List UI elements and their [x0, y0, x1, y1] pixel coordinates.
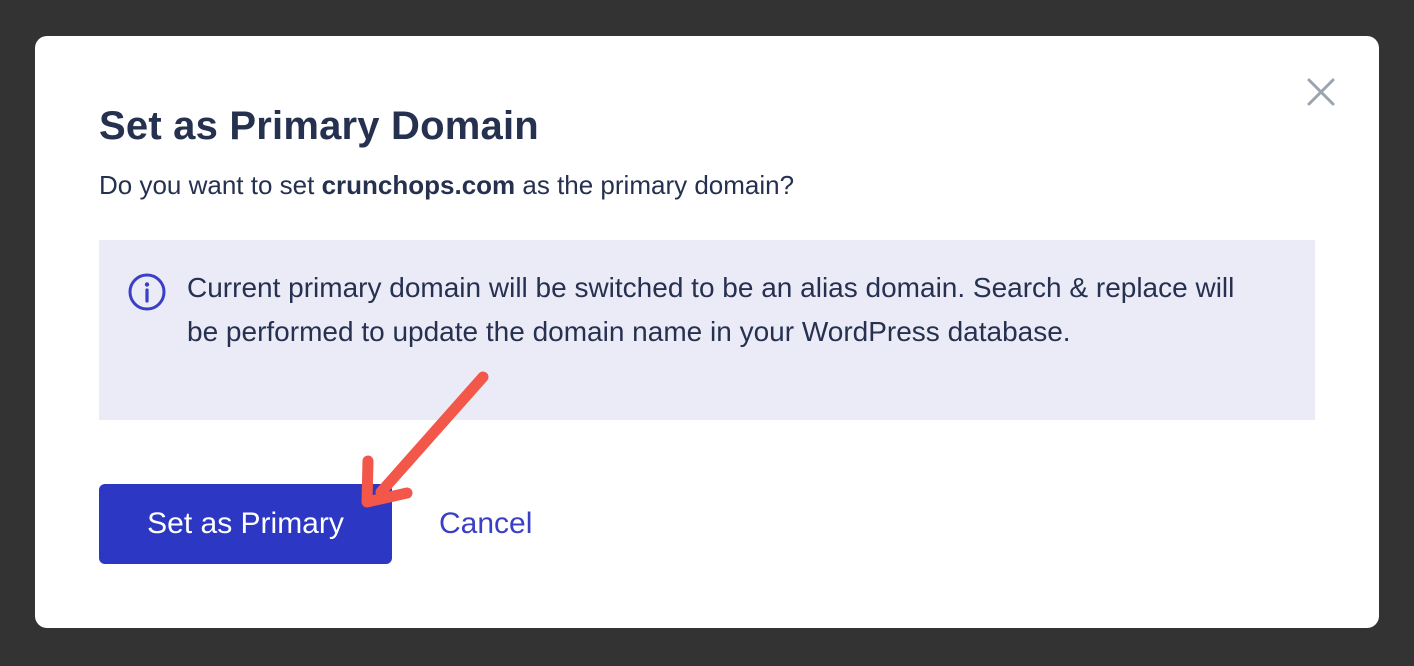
dialog-title: Set as Primary Domain [99, 104, 539, 148]
close-icon [1307, 78, 1335, 106]
set-primary-domain-dialog: Set as Primary Domain Do you want to set… [35, 36, 1379, 628]
close-button[interactable] [1303, 74, 1339, 110]
info-notice: Current primary domain will be switched … [99, 240, 1315, 420]
cancel-button[interactable]: Cancel [439, 484, 532, 564]
domain-name: crunchops.com [321, 170, 516, 200]
modal-backdrop: Set as Primary Domain Do you want to set… [0, 0, 1414, 666]
info-text: Current primary domain will be switched … [187, 272, 1235, 347]
info-icon [128, 273, 166, 311]
set-as-primary-button[interactable]: Set as Primary [99, 484, 392, 564]
dialog-question: Do you want to set crunchops.com as the … [99, 170, 794, 201]
question-suffix: as the primary domain? [515, 170, 795, 200]
question-prefix: Do you want to set [99, 170, 322, 200]
